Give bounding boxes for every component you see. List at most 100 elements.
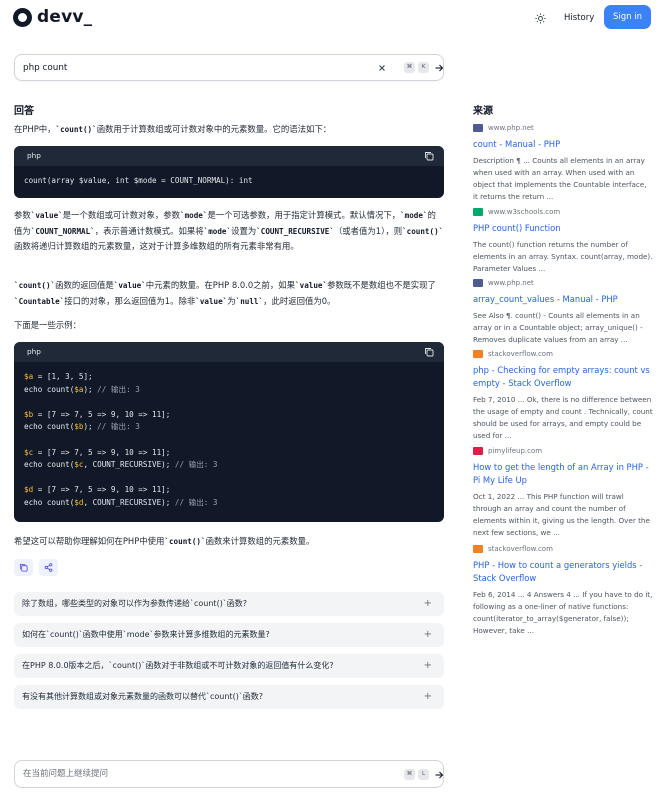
plus-icon: +: [423, 660, 432, 671]
code-header: php: [14, 146, 444, 166]
text: 是一个可选参数，用于指定计算模式。默认情况下，: [207, 210, 401, 220]
source-site: stackoverflow.com: [473, 543, 653, 554]
source-title-link[interactable]: php - Checking for empty arrays: count v…: [473, 364, 653, 390]
shortcut-l-key: L: [418, 769, 429, 780]
inline-code: `Countable`: [14, 296, 65, 306]
answer-closing: 希望这可以帮助你理解如何在PHP中使用`count()`函数来计算数组的元素数量…: [14, 534, 444, 550]
source-site: www.php.net: [473, 122, 653, 133]
source-site: www.php.net: [473, 277, 653, 288]
logo-text: devv_: [37, 7, 93, 27]
inline-code: `mode`: [180, 211, 208, 220]
followup-submit-arrow-icon[interactable]: [433, 769, 445, 781]
inline-code: `value`: [113, 281, 146, 290]
plus-icon: +: [423, 629, 432, 640]
source-domain: www.php.net: [488, 123, 534, 132]
text: 在PHP中，: [14, 124, 56, 134]
history-button[interactable]: History: [558, 9, 600, 27]
search-submit-arrow-icon[interactable]: [433, 62, 445, 74]
source-item: stackoverflow.com php - Checking for emp…: [473, 348, 653, 442]
code-block-syntax: php count(array $value, int $mode = COUN…: [14, 146, 444, 198]
logo-mark: [13, 7, 32, 27]
source-title-link[interactable]: count - Manual - PHP: [473, 138, 653, 151]
code-line: echo count($b); // 输出: 3: [24, 422, 140, 432]
answer-intro: 在PHP中，`count()`函数用于计算数组或可计数对象中的元素数量。它的语法…: [14, 122, 444, 138]
php-favicon-icon: [473, 278, 483, 287]
code-language: php: [27, 347, 41, 356]
sign-in-button[interactable]: Sign in: [604, 5, 651, 29]
text: 函数用于计算数组或可计数对象中的元素数量。它的语法如下：: [96, 124, 332, 134]
inline-code: `mode`: [400, 211, 428, 220]
text: ，此时返回值为0。: [263, 295, 336, 306]
copy-answer-icon[interactable]: [14, 559, 33, 576]
text: 为: [227, 295, 236, 306]
logo[interactable]: devv_: [13, 7, 92, 27]
source-snippet: See Also ¶. count() - Counts all element…: [473, 311, 643, 344]
inline-code: `count()`: [55, 125, 97, 134]
sources-heading: 来源: [473, 106, 493, 117]
source-domain: www.w3schools.com: [488, 207, 561, 216]
source-snippet: Feb 7, 2010 ... Ok, there is no differen…: [473, 395, 653, 440]
text: 函数的返回值是: [55, 280, 114, 290]
source-snippet: Feb 6, 2014 ... 4 Answers 4 ... If you h…: [473, 590, 653, 635]
code-line: echo count($c, COUNT_RECURSIVE); // 输出: …: [24, 460, 218, 470]
code-line: count(array $value, int $mode = COUNT_NO…: [24, 176, 253, 185]
code-line: $b = [7 => 7, 5 => 9, 10 => 11];: [24, 409, 171, 419]
code-line: $a = [1, 3, 5];: [24, 372, 93, 381]
text: 参数: [14, 210, 31, 220]
stackoverflow-favicon-icon: [473, 349, 483, 358]
followup-input[interactable]: [23, 761, 353, 787]
source-item: pimylifeup.com How to get the length of …: [473, 445, 653, 539]
copy-code-icon[interactable]: [424, 347, 434, 357]
related-question[interactable]: 有没有其他计算数组或对象元素数量的函数可以替代`count()`函数? +: [14, 685, 444, 709]
code-content: count(array $value, int $mode = COUNT_NO…: [14, 166, 444, 197]
source-domain: pimylifeup.com: [488, 446, 543, 455]
text: 希望这可以帮助你理解如何在PHP中使用: [14, 536, 165, 546]
text: 函数来计算数组的元素数量。: [205, 536, 315, 546]
source-domain: stackoverflow.com: [488, 349, 553, 358]
text: 中元素的数量。在PHP 8.0.0之前，如果: [145, 280, 296, 290]
source-title-link[interactable]: How to get the length of an Array in PHP…: [473, 461, 653, 487]
answer-examples-intro: 下面是一些示例：: [14, 320, 81, 330]
clear-search-icon[interactable]: [376, 62, 388, 74]
inline-code: `count()`: [14, 281, 56, 290]
related-question-text: 除了数组，哪些类型的对象可以作为参数传递给`count()`函数?: [22, 599, 248, 608]
inline-code: `value`: [30, 211, 63, 220]
source-title-link[interactable]: PHP count() Function: [473, 222, 653, 235]
source-snippet: Oct 1, 2022 ... This PHP function will t…: [473, 492, 650, 537]
php-favicon-icon: [473, 123, 483, 132]
top-bar: devv_ History Sign in: [0, 0, 665, 36]
code-line: $d = [7 => 7, 5 => 9, 10 => 11];: [24, 485, 171, 495]
inline-code: `count()`: [164, 537, 206, 546]
source-item: stackoverflow.com PHP - How to count a g…: [473, 543, 653, 637]
copy-code-icon[interactable]: [424, 151, 434, 161]
stackoverflow-favicon-icon: [473, 544, 483, 553]
text: 设置为: [231, 225, 257, 236]
related-question[interactable]: 在PHP 8.0.0版本之后，`count()`函数对于非数组或不可计数对象的返…: [14, 654, 444, 678]
source-title-link[interactable]: PHP - How to count a generators yields -…: [473, 559, 653, 585]
source-snippet: Description ¶ ... Counts all elements in…: [473, 156, 647, 201]
related-question[interactable]: 除了数组，哪些类型的对象可以作为参数传递给`count()`函数? +: [14, 592, 444, 616]
source-title-link[interactable]: array_count_values - Manual - PHP: [473, 293, 653, 306]
source-domain: www.php.net: [488, 278, 534, 287]
code-line: echo count($d, COUNT_RECURSIVE); // 输出: …: [24, 497, 218, 507]
related-question[interactable]: 如何在`count()`函数中使用`mode`参数来计算多维数组的元素数量? +: [14, 623, 444, 647]
code-header: php: [14, 342, 444, 362]
text: 是一个数组或可计数对象，参数: [62, 210, 181, 220]
search-input[interactable]: [23, 55, 353, 80]
related-question-text: 如何在`count()`函数中使用`mode`参数来计算多维数组的元素数量?: [22, 630, 270, 639]
source-snippet: The count() function returns the number …: [473, 240, 653, 273]
inline-code: `mode`: [203, 226, 232, 236]
source-site: pimylifeup.com: [473, 445, 653, 456]
answer-panel: 回答 在PHP中，`count()`函数用于计算数组或可计数对象中的元素数量。它…: [14, 102, 444, 709]
source-domain: stackoverflow.com: [488, 544, 553, 553]
theme-toggle-sun-icon[interactable]: [532, 10, 548, 26]
source-item: www.php.net array_count_values - Manual …: [473, 277, 653, 346]
related-question-text: 在PHP 8.0.0版本之后，`count()`函数对于非数组或不可计数对象的返…: [22, 661, 334, 670]
share-icon[interactable]: [39, 559, 58, 576]
w3schools-favicon-icon: [473, 207, 483, 216]
inline-code: `value`: [295, 281, 328, 290]
shortcut-cmd-key: ⌘: [404, 769, 415, 780]
